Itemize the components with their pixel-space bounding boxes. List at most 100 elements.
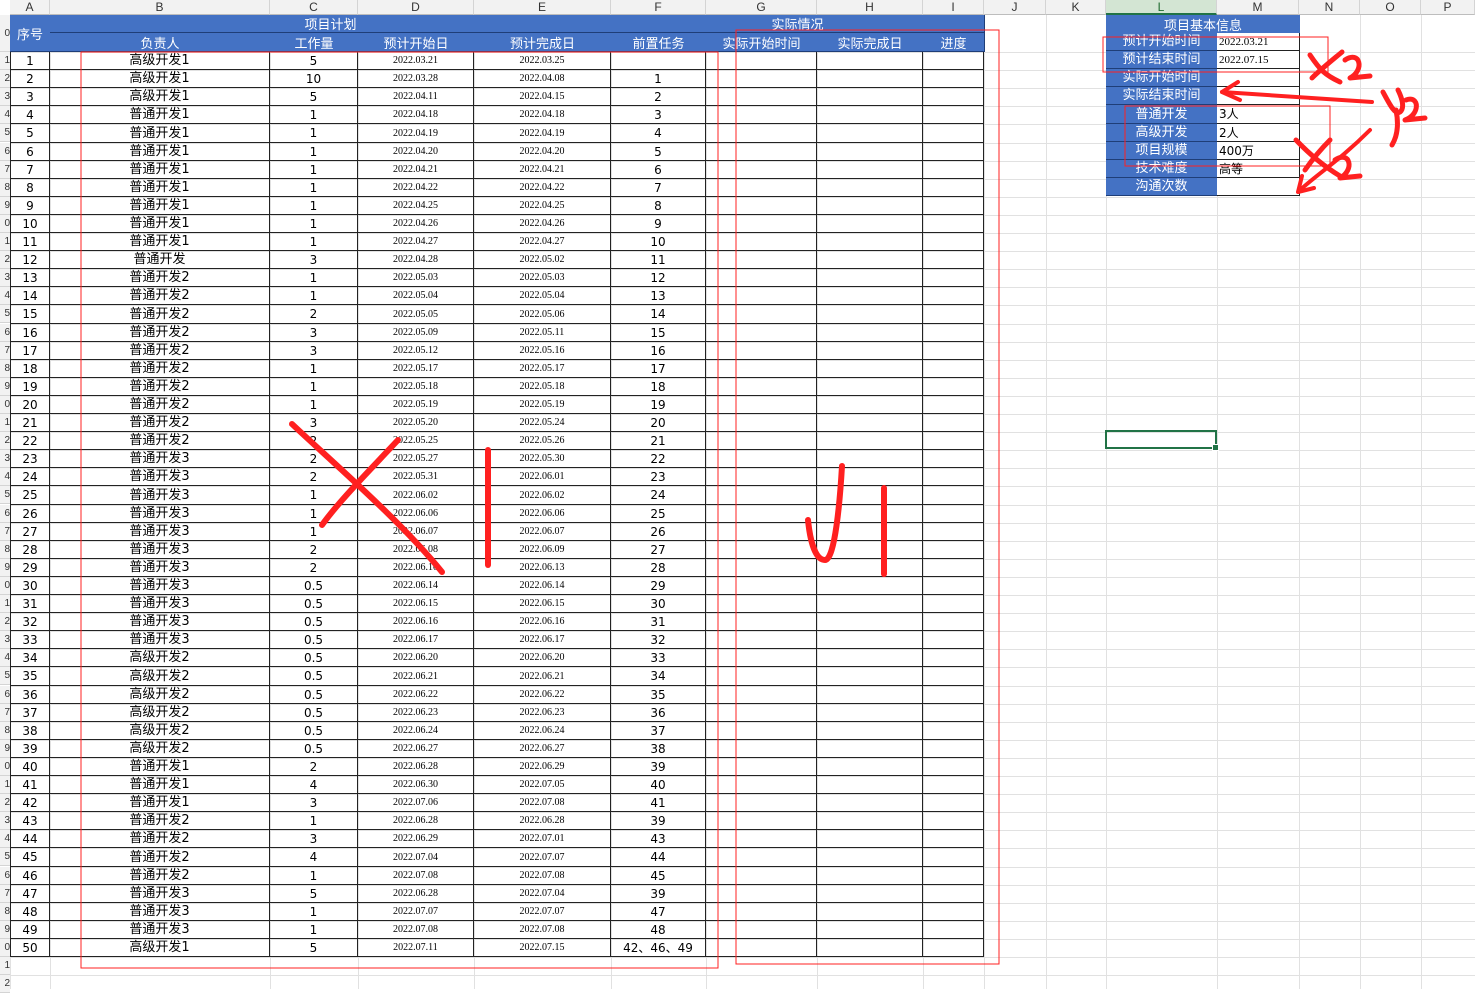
effort-cell[interactable]: 0.5 <box>270 595 358 613</box>
plan-start-cell[interactable]: 2022.06.16 <box>358 613 474 631</box>
plan-end-cell[interactable]: 2022.06.13 <box>474 559 611 577</box>
actual-end-cell[interactable] <box>817 776 923 794</box>
seq-cell[interactable]: 30 <box>10 577 50 595</box>
seq-cell[interactable]: 42 <box>10 794 50 812</box>
prereq-cell[interactable]: 32 <box>611 631 706 649</box>
effort-cell[interactable]: 0.5 <box>270 722 358 740</box>
column-header-l[interactable]: L <box>1106 0 1217 15</box>
owner-cell[interactable]: 普通开发1 <box>50 233 270 251</box>
plan-start-cell[interactable]: 2022.06.27 <box>358 740 474 758</box>
plan-end-cell[interactable]: 2022.07.04 <box>474 885 611 903</box>
owner-cell[interactable]: 高级开发2 <box>50 704 270 722</box>
progress-cell[interactable] <box>923 885 984 903</box>
seq-cell[interactable]: 39 <box>10 740 50 758</box>
owner-cell[interactable]: 普通开发1 <box>50 215 270 233</box>
owner-cell[interactable]: 普通开发2 <box>50 269 270 287</box>
effort-cell[interactable]: 1 <box>270 486 358 505</box>
effort-cell[interactable]: 3 <box>270 414 358 432</box>
prereq-cell[interactable]: 33 <box>611 649 706 667</box>
seq-cell[interactable]: 25 <box>10 486 50 505</box>
actual-start-cell[interactable] <box>706 360 817 378</box>
plan-start-cell[interactable]: 2022.04.21 <box>358 161 474 179</box>
effort-cell[interactable]: 1 <box>270 124 358 143</box>
plan-end-cell[interactable]: 2022.06.21 <box>474 667 611 686</box>
progress-cell[interactable] <box>923 830 984 848</box>
seq-cell[interactable]: 8 <box>10 179 50 197</box>
owner-cell[interactable]: 普通开发3 <box>50 450 270 468</box>
actual-start-cell[interactable] <box>706 740 817 758</box>
actual-start-cell[interactable] <box>706 269 817 287</box>
seq-cell[interactable]: 47 <box>10 885 50 903</box>
plan-end-cell[interactable]: 2022.06.15 <box>474 595 611 613</box>
progress-cell[interactable] <box>923 143 984 161</box>
actual-end-cell[interactable] <box>817 631 923 649</box>
prereq-cell[interactable]: 27 <box>611 541 706 559</box>
progress-cell[interactable] <box>923 559 984 577</box>
seq-cell[interactable]: 24 <box>10 468 50 486</box>
actual-start-cell[interactable] <box>706 939 817 957</box>
plan-start-cell[interactable]: 2022.06.15 <box>358 595 474 613</box>
prereq-cell[interactable]: 36 <box>611 704 706 722</box>
actual-end-cell[interactable] <box>817 432 923 450</box>
effort-cell[interactable]: 0.5 <box>270 649 358 667</box>
row-header[interactable]: 5 <box>0 848 10 866</box>
prereq-cell[interactable]: 41 <box>611 794 706 812</box>
owner-cell[interactable]: 普通开发2 <box>50 360 270 378</box>
actual-end-cell[interactable] <box>817 450 923 468</box>
owner-cell[interactable]: 普通开发1 <box>50 197 270 215</box>
effort-cell[interactable]: 1 <box>270 360 358 378</box>
owner-cell[interactable]: 普通开发3 <box>50 885 270 903</box>
effort-cell[interactable]: 1 <box>270 523 358 541</box>
actual-start-cell[interactable] <box>706 52 817 70</box>
progress-cell[interactable] <box>923 269 984 287</box>
prereq-cell[interactable]: 1 <box>611 70 706 88</box>
owner-cell[interactable]: 普通开发3 <box>50 559 270 577</box>
plan-start-cell[interactable]: 2022.05.25 <box>358 432 474 450</box>
owner-cell[interactable]: 高级开发2 <box>50 667 270 686</box>
plan-start-cell[interactable]: 2022.07.06 <box>358 794 474 812</box>
plan-end-cell[interactable]: 2022.05.03 <box>474 269 611 287</box>
plan-end-cell[interactable]: 2022.04.08 <box>474 70 611 88</box>
row-header[interactable]: 9 <box>0 740 10 758</box>
effort-cell[interactable]: 1 <box>270 287 358 305</box>
plan-end-cell[interactable]: 2022.05.18 <box>474 378 611 396</box>
plan-start-cell[interactable]: 2022.06.06 <box>358 505 474 523</box>
seq-cell[interactable]: 7 <box>10 161 50 179</box>
plan-end-cell[interactable]: 2022.06.20 <box>474 649 611 667</box>
plan-end-cell[interactable]: 2022.04.20 <box>474 143 611 161</box>
progress-cell[interactable] <box>923 88 984 106</box>
info-value[interactable]: 2022.03.21 <box>1217 33 1300 51</box>
actual-end-cell[interactable] <box>817 649 923 667</box>
row-header[interactable]: 7 <box>0 885 10 903</box>
column-header-g[interactable]: G <box>706 0 817 15</box>
progress-cell[interactable] <box>923 613 984 631</box>
actual-end-cell[interactable] <box>817 885 923 903</box>
row-header[interactable]: 0 <box>0 15 10 52</box>
seq-cell[interactable]: 50 <box>10 939 50 957</box>
seq-cell[interactable]: 45 <box>10 848 50 867</box>
effort-cell[interactable]: 2 <box>270 450 358 468</box>
progress-cell[interactable] <box>923 106 984 124</box>
plan-end-cell[interactable]: 2022.06.02 <box>474 486 611 505</box>
plan-start-cell[interactable]: 2022.05.09 <box>358 324 474 342</box>
prereq-cell[interactable]: 29 <box>611 577 706 595</box>
prereq-cell[interactable]: 21 <box>611 432 706 450</box>
actual-end-cell[interactable] <box>817 740 923 758</box>
seq-cell[interactable]: 15 <box>10 305 50 324</box>
effort-cell[interactable]: 2 <box>270 758 358 776</box>
actual-end-cell[interactable] <box>817 179 923 197</box>
owner-cell[interactable]: 普通开发1 <box>50 161 270 179</box>
seq-cell[interactable]: 1 <box>10 52 50 70</box>
progress-cell[interactable] <box>923 432 984 450</box>
effort-cell[interactable]: 5 <box>270 939 358 957</box>
plan-end-cell[interactable]: 2022.07.05 <box>474 776 611 794</box>
actual-start-cell[interactable] <box>706 161 817 179</box>
prereq-cell[interactable]: 13 <box>611 287 706 305</box>
owner-cell[interactable]: 普通开发3 <box>50 921 270 939</box>
plan-end-cell[interactable]: 2022.07.15 <box>474 939 611 957</box>
actual-end-cell[interactable] <box>817 143 923 161</box>
actual-start-cell[interactable] <box>706 758 817 776</box>
progress-cell[interactable] <box>923 124 984 143</box>
plan-start-cell[interactable]: 2022.06.20 <box>358 649 474 667</box>
plan-start-cell[interactable]: 2022.07.04 <box>358 848 474 867</box>
